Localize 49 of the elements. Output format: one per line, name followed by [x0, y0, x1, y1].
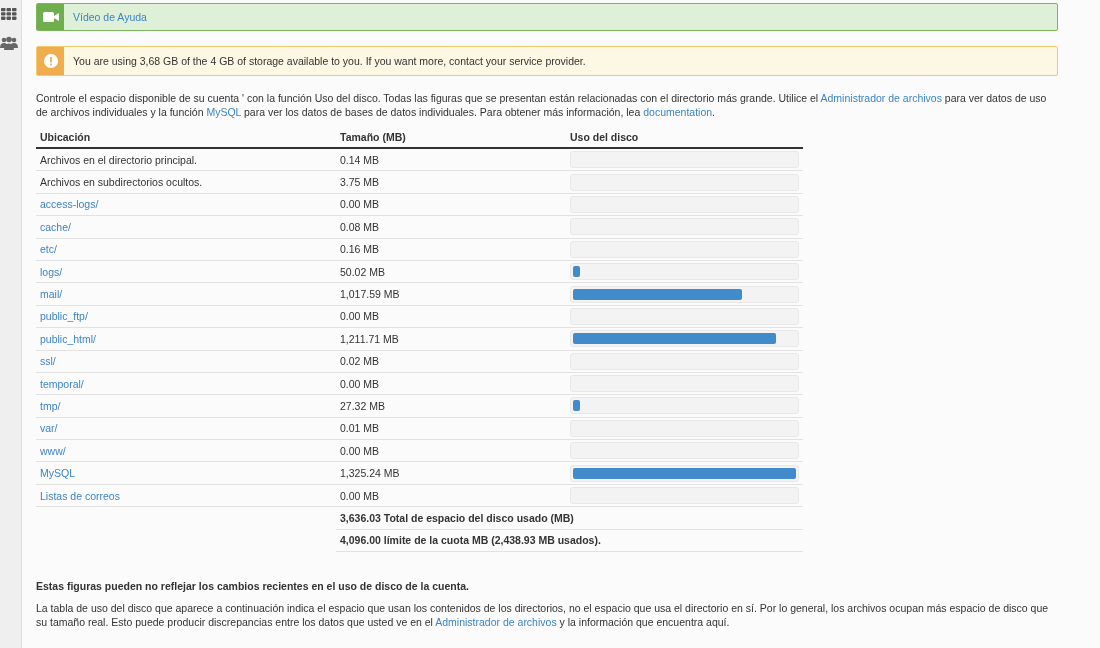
column-header: Uso del disco — [566, 127, 803, 148]
help-video-link[interactable]: Vídeo de Ayuda — [73, 11, 147, 23]
warning-icon — [43, 54, 58, 68]
size-text: 27.32 MB — [340, 400, 385, 412]
location-link[interactable]: Listas de correos — [40, 489, 120, 502]
storage-alert-text: You are using 3,68 GB of the 4 GB of storage available to you. If you want more, contact your service provider. — [73, 55, 586, 67]
note-title: Estas figuras pueden no reflejar los cambios recientes en el uso de disco de la cuenta. — [36, 580, 470, 593]
location-link[interactable]: cache/ — [40, 220, 71, 233]
paragraph-link[interactable]: Administrador de archivos — [820, 92, 942, 104]
location-link[interactable]: MySQL — [40, 467, 75, 480]
size-text: 0.00 MB — [340, 377, 380, 390]
size-text: 50.02 MB — [340, 265, 385, 278]
size-text: 0.00 MB — [340, 444, 380, 457]
location-link[interactable]: temporal/ — [40, 377, 84, 390]
paragraph-link[interactable]: MySQL — [206, 106, 242, 118]
location-link[interactable]: access-logs/ — [40, 198, 99, 211]
location-link[interactable]: var/ — [40, 422, 58, 435]
location-link[interactable]: mail/ — [40, 288, 63, 301]
location-link[interactable]: etc/ — [40, 243, 57, 256]
grid-icon[interactable] — [1, 8, 17, 20]
size-text: 3.75 MB — [340, 176, 380, 189]
size-text: 0.08 MB — [340, 220, 380, 233]
users-icon[interactable] — [0, 36, 18, 50]
location-text: Archivos en el directorio principal. — [40, 153, 197, 166]
note-paragraph: La tabla de uso del disco que aparece a continuación indica el espacio que usan los contenidos de los directorios, no el espacio que usa el directorio en sí. Por lo general, los archivos ocupan más espacio de disco que su tamaño real. Esto puede producir discrepancias entre los datos que usted ve en el Administrador de archivos y la información que encuentra aquí. — [36, 601, 1050, 630]
location-link[interactable]: public_html/ — [40, 332, 97, 345]
column-header: Tamaño (MB) — [336, 127, 566, 148]
size-text: 0.00 MB — [340, 310, 380, 323]
size-text: 0.01 MB — [340, 422, 380, 435]
size-text: 1,017.59 MB — [340, 288, 400, 301]
size-text: 1,211.71 MB — [340, 332, 399, 345]
size-text: 0.02 MB — [340, 355, 380, 368]
size-text: 0.16 MB — [340, 243, 380, 256]
location-link[interactable]: tmp/ — [40, 400, 61, 412]
column-header: Ubicación — [36, 127, 336, 148]
total-text: 4,096.00 límite de la cuota MB (2,438.93 MB usados). — [340, 534, 601, 547]
size-text: 0.00 MB — [340, 489, 380, 502]
total-text: 3,636.03 Total de espacio del disco usado (MB) — [340, 511, 574, 524]
size-text: 0.00 MB — [340, 198, 380, 211]
location-link[interactable]: logs/ — [40, 265, 63, 278]
paragraph-link[interactable]: Administrador de archivos — [435, 616, 557, 629]
location-link[interactable]: public_ftp/ — [40, 310, 88, 323]
location-link[interactable]: www/ — [40, 444, 66, 457]
location-text: Archivos en subdirectorios ocultos. — [40, 176, 203, 189]
size-text: 1,325.24 MB — [340, 467, 400, 480]
video-camera-icon — [42, 12, 59, 22]
size-text: 0.14 MB — [340, 153, 380, 166]
intro-paragraph: Controle el espacio disponible de su cuenta ' con la función Uso del disco. Todas las figuras que se presentan están relacionadas con el directorio más grande. Utilice el Administrador de archivos para ver datos de uso de archivos individuales y la función MySQL para ver los datos de bases de datos individuales. Para obtener más información, lea documentation. — [36, 91, 1048, 119]
location-link[interactable]: ssl/ — [40, 355, 56, 368]
